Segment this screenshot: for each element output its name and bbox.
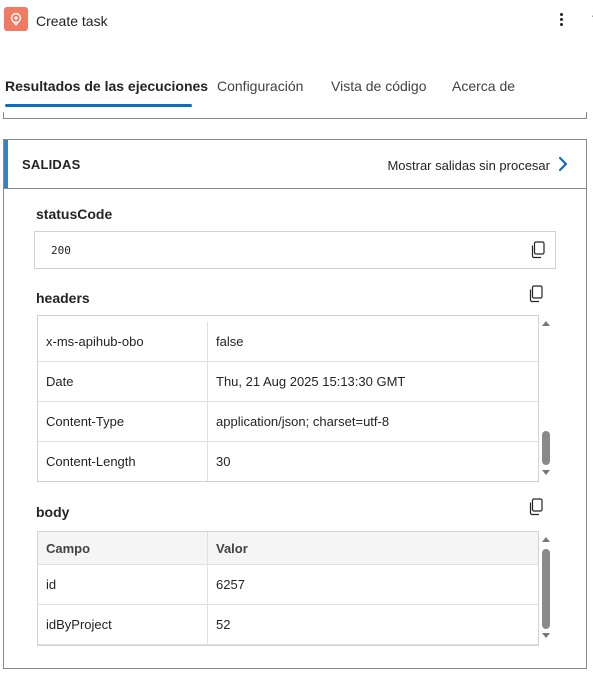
- field-name: id: [38, 565, 208, 605]
- scroll-thumb[interactable]: [542, 431, 550, 465]
- previous-section-bottom: [3, 112, 587, 119]
- status-code-value: 200: [51, 244, 71, 257]
- body-label: body: [36, 504, 70, 520]
- body-table: Campo Valor id 6257 idByProject 52: [37, 531, 539, 646]
- field-value: 6257: [216, 577, 245, 592]
- table-row: id 6257: [38, 565, 538, 605]
- page-title: Create task: [36, 13, 108, 29]
- table-row: Content-Length 30: [38, 442, 538, 481]
- chevron-right-icon[interactable]: [556, 154, 570, 174]
- header-key: Content-Type: [38, 402, 208, 442]
- header-value: 30: [216, 454, 231, 469]
- scroll-up-icon[interactable]: [542, 321, 550, 326]
- header-key: Content-Length: [38, 442, 208, 481]
- active-tab-indicator: [5, 104, 192, 107]
- headers-table: x-ms-apihub-obo false Date Thu, 21 Aug 2…: [37, 315, 539, 482]
- header-value: Thu, 21 Aug 2025 15:13:30 GMT: [216, 374, 406, 389]
- column-header: Valor: [216, 541, 248, 556]
- header-key: Date: [38, 362, 208, 402]
- headers-scrollbar[interactable]: [539, 315, 553, 482]
- outputs-title: SALIDAS: [22, 157, 81, 172]
- field-value: 52: [216, 617, 231, 632]
- table-row: Date Thu, 21 Aug 2025 15:13:30 GMT: [38, 362, 538, 402]
- show-raw-outputs-link[interactable]: Mostrar salidas sin procesar: [387, 158, 550, 173]
- table-row: idByProject 52: [38, 605, 538, 645]
- scroll-up-icon[interactable]: [542, 537, 550, 542]
- tab-about[interactable]: Acerca de: [452, 78, 515, 94]
- headers-label: headers: [36, 290, 90, 306]
- body-scrollbar[interactable]: [539, 531, 553, 646]
- tab-code-view[interactable]: Vista de código: [331, 78, 426, 94]
- app-header: Create task ⌄: [0, 0, 593, 44]
- scroll-down-icon[interactable]: [542, 633, 550, 638]
- panel-accent-bar: [4, 140, 8, 188]
- more-vertical-icon[interactable]: [554, 9, 568, 29]
- table-header-row: Campo Valor: [38, 532, 538, 565]
- header-key: x-ms-apihub-obo: [38, 322, 208, 362]
- table-row: x-ms-apihub-obo false: [38, 322, 538, 362]
- outputs-header[interactable]: SALIDAS Mostrar salidas sin procesar: [4, 140, 586, 189]
- field-name: idByProject: [38, 605, 208, 645]
- header-value: false: [216, 334, 244, 349]
- copy-headers-icon[interactable]: [528, 285, 544, 303]
- tab-settings[interactable]: Configuración: [217, 78, 303, 94]
- status-code-label: statusCode: [36, 206, 113, 222]
- table-row: Content-Type application/json; charset=u…: [38, 402, 538, 442]
- scroll-down-icon[interactable]: [542, 470, 550, 475]
- scroll-thumb[interactable]: [542, 549, 550, 629]
- copy-icon[interactable]: [530, 241, 546, 259]
- column-header: Campo: [38, 532, 208, 565]
- tab-run-results[interactable]: Resultados de las ejecuciones: [5, 78, 208, 94]
- copy-body-icon[interactable]: [528, 498, 544, 516]
- header-value: application/json; charset=utf-8: [216, 414, 390, 429]
- app-logo-icon: [4, 7, 28, 31]
- status-code-field: 200: [34, 231, 556, 269]
